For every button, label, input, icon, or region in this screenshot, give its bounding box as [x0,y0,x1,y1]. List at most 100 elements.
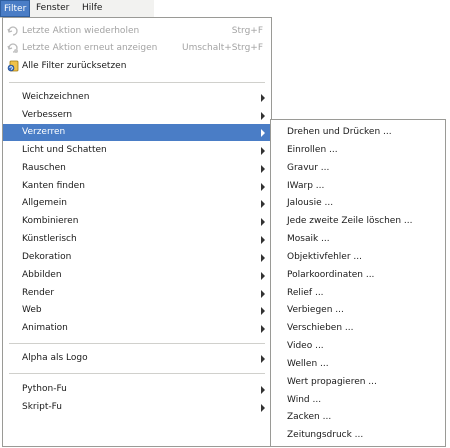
menu-item-label: Verzerren [22,127,66,137]
menu-item-animation[interactable]: Animation [3,320,271,337]
menu-item-abbilden[interactable]: Abbilden [3,267,271,284]
submenu-item[interactable]: Einrollen ... [271,142,445,159]
menu-item-label: Animation [22,323,68,333]
submenu-arrow-icon [261,218,265,226]
menu-item-skript-fu[interactable]: Skript-Fu [3,399,271,416]
menu-item-weichzeichnen[interactable]: Weichzeichnen [3,89,271,106]
submenu-arrow-icon [261,404,265,412]
submenu-item-label: Wind ... [287,395,322,405]
submenu-item-label: Wellen ... [287,359,329,369]
menu-item-reset-all-filters[interactable]: Alle Filter zurücksetzen [3,58,271,75]
submenu-arrow-icon [261,355,265,363]
submenu-item[interactable]: Drehen und Drücken ... [271,124,445,141]
menubar-hilfe-label: Hilfe [82,3,103,13]
menubar-hilfe[interactable]: Hilfe [82,0,102,17]
menubar-filter[interactable]: Filter [0,0,30,17]
submenu-arrow-icon [261,183,265,191]
menu-item-label: Künstlerisch [22,234,77,244]
menu-item-label: Alpha als Logo [22,353,88,363]
menu-item-verzerren[interactable]: Verzerren [3,124,271,141]
submenu-item[interactable]: Mosaik ... [271,231,445,248]
submenu-item[interactable]: IWarp ... [271,178,445,195]
submenu-item-label: Gravur ... [287,163,330,173]
submenu-item-label: Polarkoordinaten ... [287,270,375,280]
submenu-item[interactable]: Jalousie ... [271,195,445,212]
menubar-filter-label: Filter [4,4,27,14]
submenu-arrow-icon [261,290,265,298]
submenu-item[interactable]: Wellen ... [271,356,445,373]
menu-item-allgemein[interactable]: Allgemein [3,195,271,212]
menu-item-verbessern[interactable]: Verbessern [3,107,271,124]
submenu-arrow-icon [261,112,265,120]
menu-item-label: Letzte Aktion erneut anzeigen [22,43,158,53]
menu-item-label: Kombinieren [22,216,79,226]
menu-item-render[interactable]: Render [3,285,271,302]
menu-item-label: Letzte Aktion wiederholen [22,26,140,36]
submenu-item-label: Wert propagieren ... [287,377,377,387]
menu-item-alpha-als-logo[interactable]: Alpha als Logo [3,350,271,367]
menu-item-kanten-finden[interactable]: Kanten finden [3,178,271,195]
submenu-item-label: Mosaik ... [287,234,330,244]
menu-item-repeat-last[interactable]: Letzte Aktion wiederholen Strg+F [3,23,271,40]
submenu-item-label: IWarp ... [287,181,325,191]
menu-item-python-fu[interactable]: Python-Fu [3,381,271,398]
submenu-arrow-icon [261,200,265,208]
filter-menu: Letzte Aktion wiederholen Strg+F Letzte … [2,17,272,447]
submenu-arrow-icon [261,386,265,394]
submenu-item[interactable]: Polarkoordinaten ... [271,267,445,284]
submenu-item-label: Relief ... [287,288,324,298]
submenu-item[interactable]: Verschieben ... [271,320,445,337]
menu-item-label: Web [22,305,42,315]
menu-item-accel: Strg+F [231,26,263,36]
menu-separator [9,373,265,374]
submenu-item[interactable]: Relief ... [271,285,445,302]
distort-submenu: Drehen und Drücken ... Einrollen ... Gra… [270,119,446,447]
submenu-arrow-icon [261,307,265,315]
menu-item-label: Kanten finden [22,181,85,191]
menubar-fenster-label: Fenster [36,3,70,13]
menu-item-dekoration[interactable]: Dekoration [3,249,271,266]
submenu-item-label: Zacken ... [287,412,332,422]
submenu-item[interactable]: Jede zweite Zeile löschen ... [271,213,445,230]
menu-item-label: Abbilden [22,270,62,280]
submenu-item[interactable]: Wert propagieren ... [271,374,445,391]
repeat-icon [7,26,18,36]
menu-separator [9,82,265,83]
submenu-item-label: Verschieben ... [287,323,354,333]
submenu-item-label: Objektivfehler ... [287,252,362,262]
submenu-item-label: Verbiegen ... [287,305,344,315]
menu-item-label: Verbessern [22,110,73,120]
submenu-arrow-icon [261,272,265,280]
menu-item-kuenstlerisch[interactable]: Künstlerisch [3,231,271,248]
menubar: Filter Fenster Hilfe [0,0,154,18]
menu-item-label: Licht und Schatten [22,145,107,155]
menu-item-web[interactable]: Web [3,302,271,319]
menu-item-kombinieren[interactable]: Kombinieren [3,213,271,230]
menu-item-reshow-last[interactable]: Letzte Aktion erneut anzeigen Umschalt+S… [3,40,271,57]
submenu-item-label: Jalousie ... [287,198,334,208]
menu-item-licht-und-schatten[interactable]: Licht und Schatten [3,142,271,159]
menu-item-label: Skript-Fu [22,402,63,412]
submenu-arrow-icon [261,165,265,173]
submenu-item[interactable]: Objektivfehler ... [271,249,445,266]
reset-filters-icon [7,60,19,72]
menu-separator [9,343,265,344]
submenu-item[interactable]: Verbiegen ... [271,302,445,319]
submenu-arrow-icon [261,236,265,244]
menu-item-rauschen[interactable]: Rauschen [3,160,271,177]
submenu-item-label: Video ... [287,341,324,351]
reshow-icon [7,43,18,53]
menu-item-label: Alle Filter zurücksetzen [22,61,127,71]
submenu-item[interactable]: Gravur ... [271,160,445,177]
submenu-arrow-icon [261,94,265,102]
submenu-arrow-icon [261,325,265,333]
submenu-item[interactable]: Wind ... [271,392,445,409]
menu-item-label: Render [22,288,55,298]
menu-item-label: Allgemein [22,198,67,208]
submenu-item[interactable]: Zeitungsdruck ... [271,427,445,444]
menubar-fenster[interactable]: Fenster [36,0,69,17]
submenu-item[interactable]: Video ... [271,338,445,355]
menu-item-label: Dekoration [22,252,72,262]
submenu-arrow-icon [261,254,265,262]
submenu-item[interactable]: Zacken ... [271,409,445,426]
